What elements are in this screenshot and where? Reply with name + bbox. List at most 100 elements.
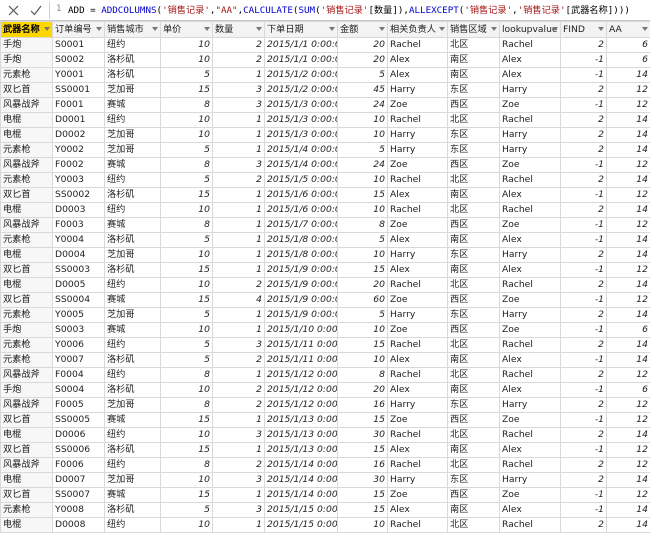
column-header[interactable]: 销售城市 [105,22,161,38]
table-cell[interactable]: 南区 [448,443,500,458]
table-row[interactable]: 元素枪Y0003纽约522015/1/5 0:00:0010Rachel北区Ra… [1,173,650,188]
table-cell[interactable]: Harry [500,308,561,323]
table-cell[interactable]: 10 [338,518,388,533]
table-cell[interactable]: 8 [338,218,388,233]
table-cell[interactable]: 1 [213,443,265,458]
table-cell[interactable]: 5 [161,68,213,83]
table-cell[interactable]: Zoe [500,413,561,428]
table-cell[interactable]: 1 [213,263,265,278]
table-cell[interactable]: 12 [607,83,650,98]
table-row[interactable]: 风暴战斧F0002赛城832015/1/4 0:00:0024Zoe西区Zoe-… [1,158,650,173]
column-header[interactable]: 武器名称 [1,22,53,38]
table-cell[interactable]: 北区 [448,203,500,218]
table-cell[interactable]: 24 [338,98,388,113]
table-cell[interactable]: 2015/1/12 0:00:00 [265,368,338,383]
table-cell[interactable]: D0003 [53,203,105,218]
table-cell[interactable]: 5 [161,308,213,323]
table-cell[interactable]: 北区 [448,368,500,383]
table-cell[interactable]: 15 [338,263,388,278]
table-cell[interactable]: 2015/1/4 0:00:00 [265,158,338,173]
table-cell[interactable]: 北区 [448,113,500,128]
table-cell[interactable]: 2 [561,143,607,158]
column-header[interactable]: 订单编号 [53,22,105,38]
table-cell[interactable]: 10 [161,113,213,128]
table-cell[interactable]: 10 [338,173,388,188]
table-cell[interactable]: 1 [213,218,265,233]
table-cell[interactable]: 2 [561,398,607,413]
table-cell[interactable]: 15 [338,503,388,518]
table-cell[interactable]: 北区 [448,338,500,353]
table-cell[interactable]: 手炮 [1,323,53,338]
table-cell[interactable]: 2 [213,38,265,53]
table-cell[interactable]: Rachel [500,113,561,128]
table-cell[interactable]: 西区 [448,218,500,233]
table-cell[interactable]: 4 [213,293,265,308]
table-cell[interactable]: Harry [388,398,448,413]
table-cell[interactable]: 5 [338,308,388,323]
filter-dropdown-icon[interactable] [44,27,50,31]
table-cell[interactable]: Harry [388,83,448,98]
filter-dropdown-icon[interactable] [96,27,102,31]
table-cell[interactable]: Harry [388,248,448,263]
table-cell[interactable]: D0007 [53,473,105,488]
table-cell[interactable]: 1 [213,413,265,428]
table-cell[interactable]: 1 [213,488,265,503]
table-cell[interactable]: Zoe [500,323,561,338]
table-cell[interactable]: 2015/1/1 0:00:00 [265,38,338,53]
table-cell[interactable]: 2015/1/2 0:00:00 [265,83,338,98]
table-cell[interactable]: 1 [213,518,265,533]
table-cell[interactable]: 电棍 [1,428,53,443]
table-cell[interactable]: 2 [561,428,607,443]
filter-dropdown-icon[interactable] [439,27,445,31]
table-row[interactable]: 手炮S0002洛杉矶1022015/1/1 0:00:0020Alex南区Ale… [1,53,650,68]
table-cell[interactable]: 5 [161,338,213,353]
table-cell[interactable]: 芝加哥 [105,473,161,488]
table-cell[interactable]: 元素枪 [1,503,53,518]
table-cell[interactable]: 双匕首 [1,263,53,278]
table-cell[interactable]: 2015/1/15 0:00:00 [265,518,338,533]
table-cell[interactable]: 纽约 [105,278,161,293]
table-cell[interactable]: Alex [388,353,448,368]
table-cell[interactable]: 2015/1/13 0:00:00 [265,428,338,443]
table-cell[interactable]: -1 [561,53,607,68]
table-cell[interactable]: 20 [338,383,388,398]
table-cell[interactable]: 南区 [448,188,500,203]
table-cell[interactable]: Alex [500,263,561,278]
table-cell[interactable]: 12 [607,218,650,233]
table-cell[interactable]: 南区 [448,383,500,398]
table-cell[interactable]: 西区 [448,293,500,308]
table-cell[interactable]: Harry [500,248,561,263]
table-cell[interactable]: 2015/1/14 0:00:00 [265,473,338,488]
table-cell[interactable]: 西区 [448,488,500,503]
table-cell[interactable]: 2 [213,398,265,413]
table-cell[interactable]: 12 [607,98,650,113]
table-cell[interactable]: 2015/1/14 0:00:00 [265,488,338,503]
table-cell[interactable]: 纽约 [105,518,161,533]
column-header[interactable]: 下单日期 [265,22,338,38]
table-cell[interactable]: 西区 [448,323,500,338]
table-cell[interactable]: 电棍 [1,203,53,218]
table-cell[interactable]: Alex [500,188,561,203]
table-row[interactable]: 电棍D0006纽约1032015/1/13 0:00:0030Rachel北区R… [1,428,650,443]
table-cell[interactable]: 芝加哥 [105,128,161,143]
table-cell[interactable]: 24 [338,158,388,173]
table-cell[interactable]: 2 [561,518,607,533]
table-row[interactable]: 手炮S0004洛杉矶1022015/1/12 0:00:0020Alex南区Al… [1,383,650,398]
table-row[interactable]: 手炮S0001纽约1022015/1/1 0:00:0020Rachel北区Ra… [1,38,650,53]
table-row[interactable]: 电棍D0007芝加哥1032015/1/14 0:00:0030Harry东区H… [1,473,650,488]
table-cell[interactable]: 10 [338,113,388,128]
table-cell[interactable]: F0004 [53,368,105,383]
table-cell[interactable]: Alex [388,53,448,68]
table-cell[interactable]: Rachel [500,518,561,533]
table-cell[interactable]: 20 [338,38,388,53]
table-cell[interactable]: Zoe [500,218,561,233]
table-cell[interactable]: 20 [338,278,388,293]
table-cell[interactable]: Rachel [388,428,448,443]
table-cell[interactable]: F0003 [53,218,105,233]
filter-dropdown-icon[interactable] [491,27,497,31]
table-cell[interactable]: 元素枪 [1,233,53,248]
table-cell[interactable]: 南区 [448,68,500,83]
table-cell[interactable]: 北区 [448,38,500,53]
table-cell[interactable]: 10 [338,203,388,218]
table-cell[interactable]: D0006 [53,428,105,443]
